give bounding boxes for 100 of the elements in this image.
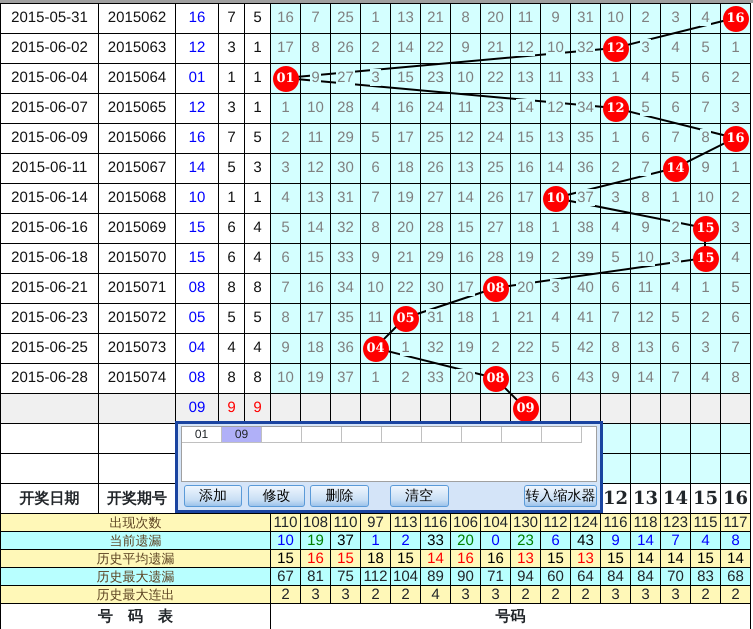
number-ball: 16 [722,6,748,32]
table-cell: 号 码 表 [0,604,270,629]
table-cell: 3 [330,586,360,604]
table-cell: 16 [480,550,510,568]
table-cell: 2015066 [98,124,176,154]
table-cell: 90 [450,568,480,586]
table-cell: 14 [420,550,450,568]
table-cell: 2015068 [98,184,176,214]
table-cell: 2 [570,586,600,604]
table-cell: 2 [390,586,420,604]
number-ball: 04 [362,336,388,362]
dialog-button[interactable]: 清空 [390,485,448,507]
number-ball: 10 [542,186,568,212]
table-cell: 17 [456,279,475,296]
table-cell: 3 [300,586,330,604]
table-cell: 历史最大遗漏 [0,568,270,586]
table-cell: 16 [450,550,480,568]
table-cell: 14 [720,550,750,568]
table-cell: 83 [690,568,720,586]
table-cell: 15 [540,550,570,568]
table-cell: 10 [636,249,655,266]
table-cell: 2015-06-02 [0,34,98,64]
number-ball: 16 [722,126,748,152]
table-cell: 68 [720,568,750,586]
table-cell: 2015064 [98,64,176,94]
number-ball: 15 [692,216,718,242]
table-cell: 89 [420,568,450,586]
dialog-button[interactable]: 转入缩水器 [524,485,598,507]
table-cell: 27 [336,69,355,86]
table-cell: 19 [300,532,330,550]
table-cell: 2 [720,586,750,604]
table-cell: 14 [630,532,660,550]
table-cell: 2 [540,586,570,604]
number-ball: 12 [602,96,628,122]
dialog-button[interactable]: 添加 [184,485,242,507]
table-cell: 4 [690,532,720,550]
table-cell: 2015-06-14 [0,184,98,214]
table-cell: 1 [218,184,244,214]
table-cell: 6 [218,214,244,244]
list-item[interactable]: 09 [222,427,262,443]
table-cell: 130 [510,514,540,532]
list-cell [382,427,422,443]
table-cell: 2015-05-31 [0,4,98,34]
table-cell: 37 [330,532,360,550]
list-cell [542,427,582,443]
table-cell: 1 [400,339,411,356]
table-cell: 15 [390,550,420,568]
table-cell: 10 [546,39,565,56]
table-cell: 历史平均遗漏 [0,550,270,568]
table-cell: 01 [176,64,218,94]
number-ball: 12 [602,36,628,62]
table-cell: 2015-06-04 [0,64,98,94]
table-cell: 2 [510,586,540,604]
table-cell: 13 [570,550,600,568]
table-cell: 4 [420,586,450,604]
table-cell: 64 [570,568,600,586]
table-cell: 106 [450,514,480,532]
table-cell: 15 [690,550,720,568]
table-cell: 94 [510,568,540,586]
table-cell: 112 [360,568,390,586]
table-cell: 2015-06-18 [0,244,98,274]
table-cell: 2 [690,586,720,604]
table-cell: 2015073 [98,334,176,364]
table-cell: 历史最大连出 [0,586,270,604]
table-cell: 97 [360,514,390,532]
table-cell: 81 [300,568,330,586]
table-cell: 2015063 [98,34,176,64]
table-cell: 1 [218,64,244,94]
dialog-button[interactable]: 删除 [310,485,369,507]
table-cell: 0 [480,532,510,550]
table-cell: 118 [630,514,660,532]
table-cell: 3 [218,34,244,64]
number-ball: 01 [272,66,298,92]
table-cell: 12 [516,39,535,56]
list-cell [422,427,462,443]
table-cell: 84 [630,568,660,586]
table-cell: 71 [480,568,510,586]
table-cell: 115 [690,514,720,532]
table-cell: 13 [510,550,540,568]
table-cell: 2015070 [98,244,176,274]
table-cell: 2015065 [98,94,176,124]
table-cell: 8 [218,274,244,304]
table-cell: 16 [300,550,330,568]
table-cell: 2015062 [98,4,176,34]
table-cell: 04 [176,334,218,364]
table-cell: 2015-06-09 [0,124,98,154]
table-cell: 2015-06-16 [0,214,98,244]
table-cell: 123 [660,514,690,532]
table-cell: 2015-06-25 [0,334,98,364]
table-cell: 2015067 [98,154,176,184]
table-cell: 33 [420,532,450,550]
list-cell [502,427,542,443]
number-ball: 05 [392,306,418,332]
table-cell: 3 [370,69,381,86]
table-cell: 15 [270,550,300,568]
dialog-button[interactable]: 修改 [248,485,306,507]
table-cell: 10 [176,184,218,214]
table-cell: 5 [218,154,244,184]
table-cell: 116 [600,514,630,532]
list-cell [302,427,342,443]
